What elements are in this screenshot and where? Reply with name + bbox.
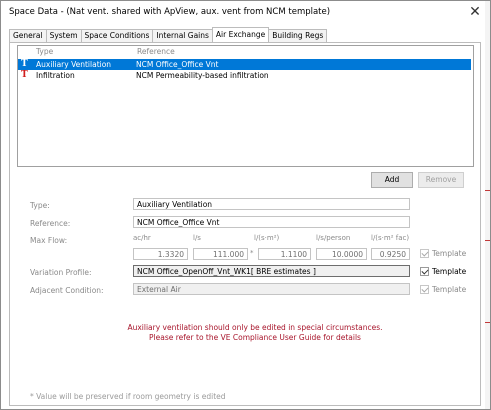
footnote: * Value will be preserved if room geomet…: [30, 392, 226, 401]
tab-bar: General System Space Conditions Internal…: [9, 27, 328, 42]
row-type: Auxiliary Ventilation: [36, 60, 112, 69]
adjacent-condition-field[interactable]: External Air: [133, 283, 410, 295]
add-button[interactable]: Add: [371, 172, 413, 188]
flow-ls-field[interactable]: 111.000: [193, 248, 248, 260]
unit-ls: l/s: [193, 234, 201, 242]
window-title: Space Data - (Nat vent. shared with ApVi…: [9, 7, 331, 17]
variation-profile-label: Variation Profile:: [30, 268, 92, 277]
reference-label: Reference:: [30, 219, 71, 228]
max-flow-label: Max Flow:: [30, 236, 68, 245]
preserve-star: *: [250, 249, 254, 257]
variation-template-checkbox[interactable]: [420, 267, 429, 276]
remove-button[interactable]: Remove: [418, 172, 464, 188]
unit-ls-m2-fac: l/(s·m² fac): [371, 234, 410, 242]
unit-ls-m2: l/(s·m²): [254, 234, 280, 242]
row-reference: NCM Office_Office Vnt: [136, 60, 219, 69]
warning-line-1: Auxiliary ventilation should only be edi…: [127, 323, 383, 332]
reference-field[interactable]: NCM Office_Office Vnt: [133, 216, 410, 228]
template-t-icon: T: [21, 59, 28, 69]
tab-building-regs[interactable]: Building Regs: [268, 29, 328, 42]
column-header-type[interactable]: Type: [36, 47, 53, 56]
variation-template-label: Template: [432, 267, 467, 276]
unit-ls-person: l/s/person: [316, 234, 351, 242]
tab-space-conditions[interactable]: Space Conditions: [80, 29, 154, 42]
list-row-infiltration[interactable]: T Infiltration NCM Permeability-based in…: [18, 70, 471, 81]
maxflow-template-label: Template: [432, 249, 467, 258]
adjacent-template-label: Template: [432, 285, 467, 294]
variation-profile-field[interactable]: NCM Office_OpenOff_Vnt_WK1[ BRE estimate…: [133, 265, 410, 277]
type-field[interactable]: Auxiliary Ventilation: [133, 198, 410, 210]
warning-line-2: Please refer to the VE Compliance User G…: [149, 333, 361, 342]
column-header-reference[interactable]: Reference: [137, 47, 175, 56]
row-reference: NCM Permeability-based infiltration: [136, 71, 269, 80]
flow-ach-field[interactable]: 1.3320: [133, 248, 188, 260]
unit-ach: ac/hr: [133, 234, 151, 242]
template-t-icon: T: [21, 70, 28, 80]
flow-ls-person-field[interactable]: 10.0000: [316, 248, 367, 260]
tab-air-exchange[interactable]: Air Exchange: [211, 27, 270, 42]
tab-internal-gains[interactable]: Internal Gains: [152, 29, 213, 42]
close-icon[interactable]: ✕: [462, 1, 488, 23]
type-label: Type:: [30, 201, 50, 210]
row-type: Infiltration: [36, 71, 75, 80]
tab-general[interactable]: General: [9, 29, 47, 42]
adjacent-condition-label: Adjacent Condition:: [30, 286, 104, 295]
flow-ls-m2-field[interactable]: 1.1100: [258, 248, 311, 260]
adjacent-template-checkbox[interactable]: [420, 285, 429, 294]
flow-ls-m2-fac-field[interactable]: 0.9250: [371, 248, 410, 260]
list-row-auxiliary-ventilation[interactable]: T Auxiliary Ventilation NCM Office_Offic…: [18, 59, 471, 70]
tab-system[interactable]: System: [45, 29, 82, 42]
maxflow-template-checkbox[interactable]: [420, 249, 429, 258]
